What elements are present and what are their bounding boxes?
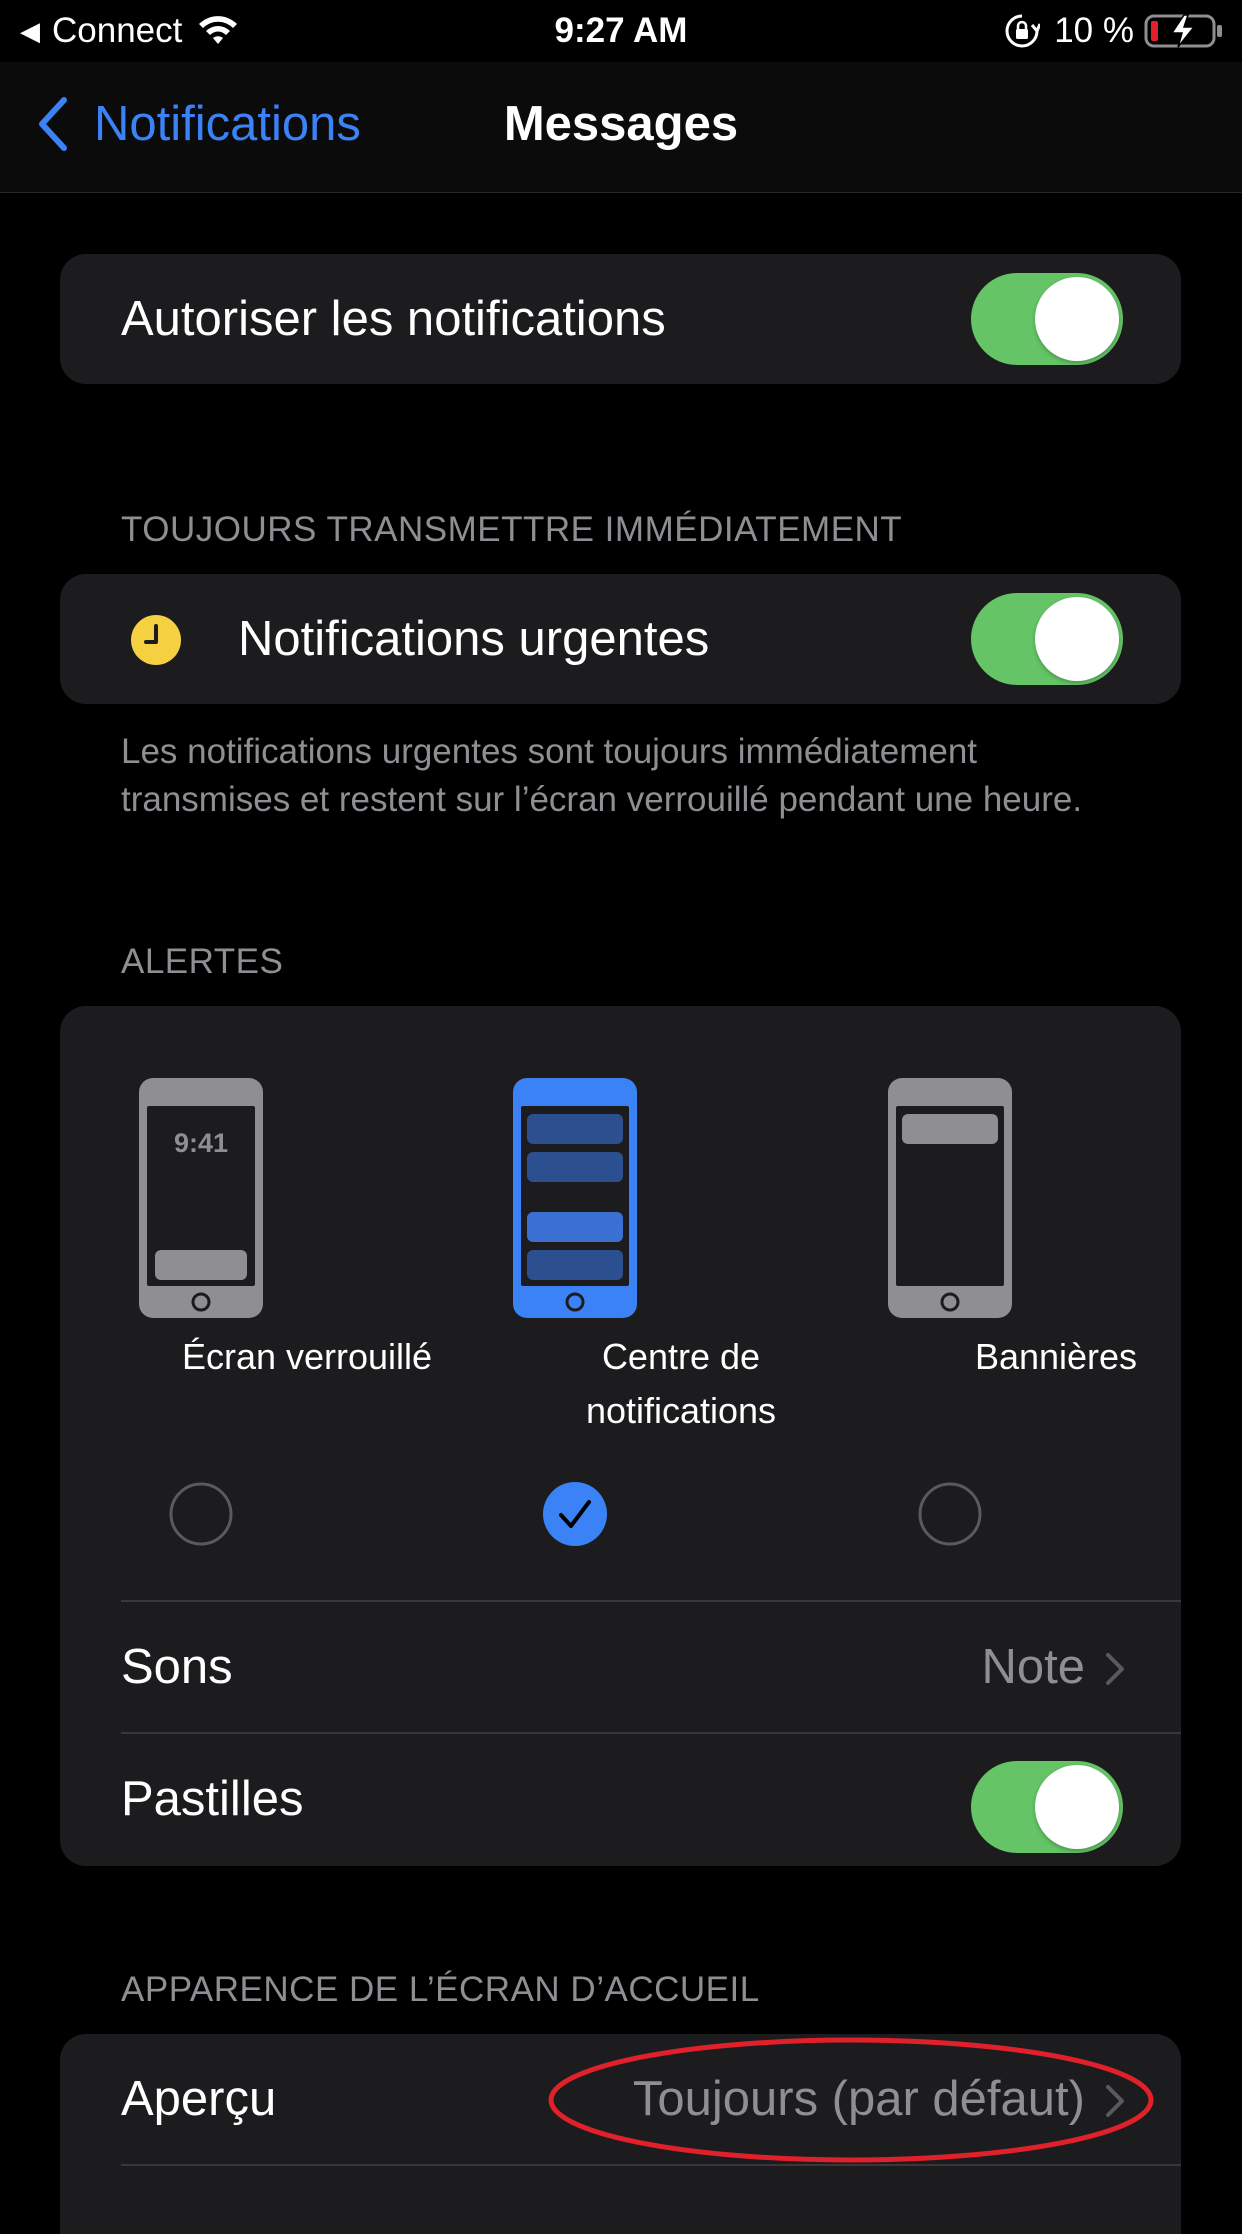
allow-notifications-group: Autoriser les notifications — [60, 254, 1181, 384]
notification-center-label-line2: notifications — [585, 1390, 777, 1431]
badges-toggle[interactable] — [971, 1761, 1123, 1853]
preview-value: Toujours (par défaut) — [632, 2072, 1085, 2126]
separator — [121, 2164, 1181, 2166]
home-screen-section-header: APPARENCE DE L’ÉCRAN D’ACCUEIL — [121, 1970, 760, 2009]
alerts-section-header: ALERTES — [121, 942, 284, 981]
notification-center-phone-icon — [513, 1078, 637, 1318]
radio-unselected-icon — [169, 1482, 233, 1546]
sounds-row[interactable]: Sons Note — [60, 1602, 1181, 1732]
urgent-notifications-toggle[interactable] — [971, 593, 1123, 685]
urgent-section-header: TOUJOURS TRANSMETTRE IMMÉDIATEMENT — [121, 510, 903, 549]
alert-option-notification-center[interactable]: Centre de notifications — [511, 1006, 851, 1566]
allow-notifications-row: Autoriser les notifications — [60, 254, 1181, 384]
alerts-group: 9:41 Écran verrouillé Centre de notifica… — [60, 1006, 1181, 1866]
clock-icon — [131, 615, 181, 665]
sounds-label: Sons — [121, 1640, 233, 1694]
urgent-section-footer: Les notifications urgentes sont toujours… — [121, 732, 1083, 819]
urgent-notifications-group: Notifications urgentes — [60, 574, 1181, 704]
toggle-knob — [1035, 597, 1119, 681]
chevron-right-icon — [1106, 2085, 1124, 2117]
page-title: Messages — [503, 97, 739, 151]
allow-notifications-label: Autoriser les notifications — [121, 292, 666, 346]
toggle-knob — [1035, 277, 1119, 361]
orientation-lock-icon — [1005, 14, 1041, 48]
status-right: 10 % — [1004, 8, 1224, 54]
status-bar: ◀ Connect 9:27 AM 10 % — [0, 0, 1242, 62]
battery-charging-icon — [1144, 14, 1222, 48]
preview-label: Aperçu — [121, 2072, 277, 2126]
sounds-value: Note — [981, 1640, 1085, 1694]
alert-option-banners-label: Bannières — [974, 1336, 1138, 1377]
battery-percentage: 10 % — [1054, 11, 1134, 50]
navigation-bar: Notifications Messages — [0, 62, 1242, 193]
badges-row: Pastilles — [60, 1734, 1181, 1864]
banners-phone-icon — [888, 1078, 1012, 1318]
radio-selected-check-icon — [543, 1482, 607, 1546]
home-screen-group: Aperçu Toujours (par défaut) — [60, 2034, 1181, 2234]
chevron-right-icon — [1106, 1653, 1124, 1685]
lock-screen-phone-time: 9:41 — [173, 1128, 229, 1158]
badges-label: Pastilles — [121, 1772, 304, 1826]
toggle-knob — [1035, 1765, 1119, 1849]
alert-option-banners[interactable]: Bannières — [886, 1006, 1181, 1566]
urgent-notifications-row: Notifications urgentes — [60, 574, 1181, 704]
preview-row[interactable]: Aperçu Toujours (par défaut) — [60, 2034, 1181, 2164]
lock-screen-phone-icon — [139, 1078, 263, 1318]
urgent-notifications-label: Notifications urgentes — [238, 612, 710, 666]
allow-notifications-toggle[interactable] — [971, 273, 1123, 365]
alert-option-lock-screen[interactable]: 9:41 Écran verrouillé — [137, 1006, 477, 1566]
radio-unselected-icon — [918, 1482, 982, 1546]
